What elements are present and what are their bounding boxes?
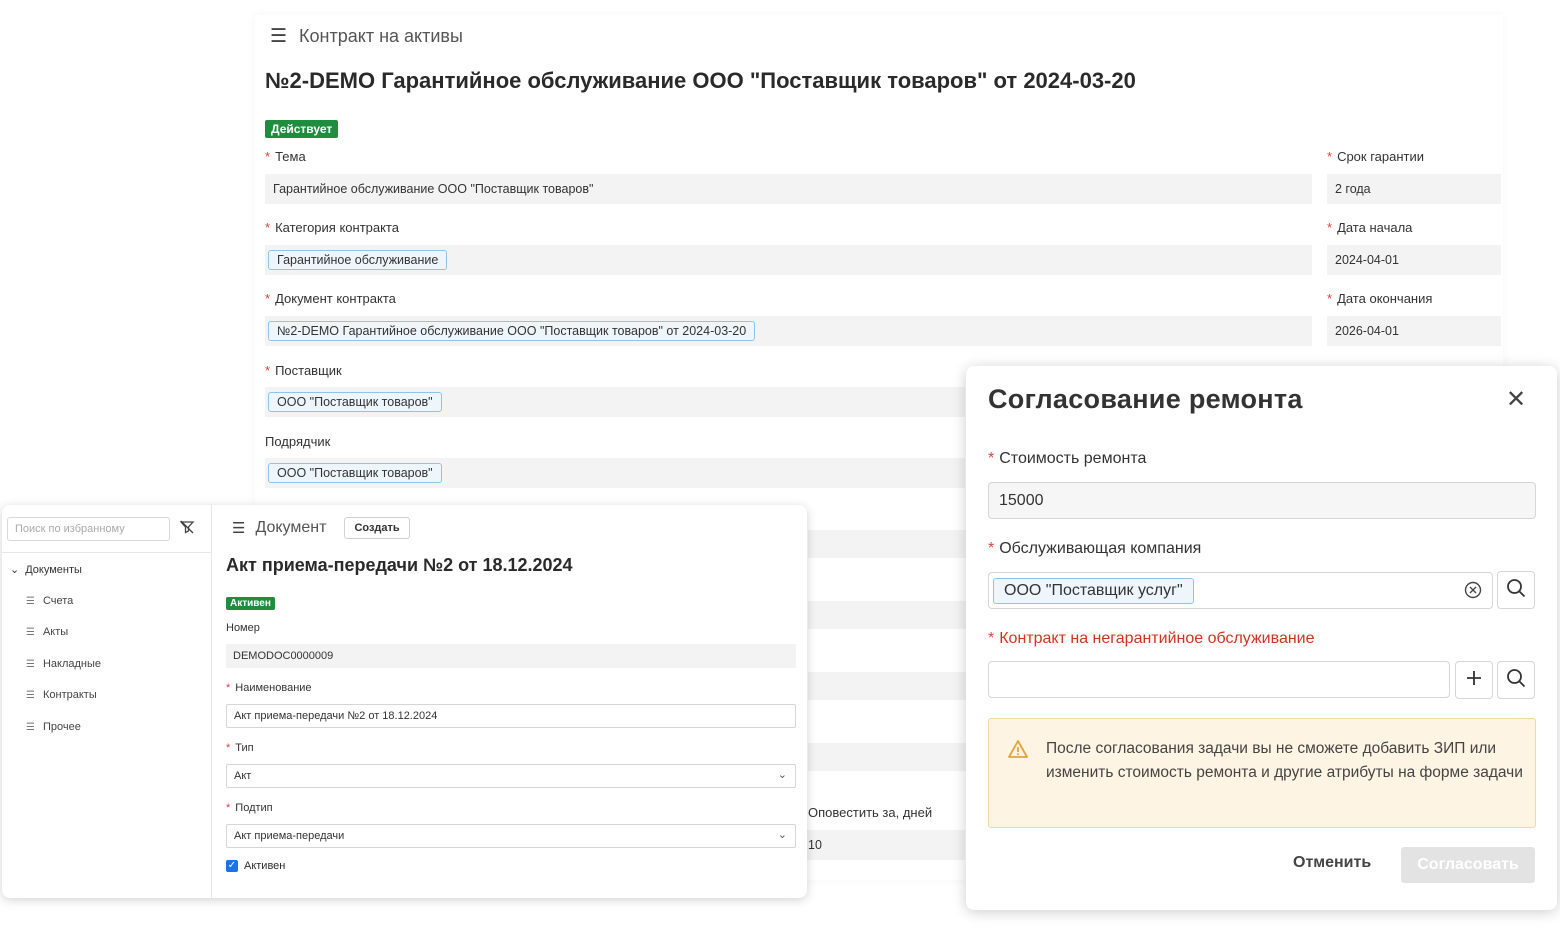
subtype-label: * Подтип xyxy=(226,802,273,814)
company-search-button[interactable] xyxy=(1497,571,1535,609)
document-title: Акт приема-передачи №2 от 18.12.2024 xyxy=(226,555,573,575)
chevron-down-icon: ⌄ xyxy=(10,564,20,576)
repair-approval-modal: Согласование ремонта ✕ * Стоимость ремонт… xyxy=(966,366,1557,910)
checkmark-icon: ✓ xyxy=(227,860,237,871)
contract-title: №2-DEMO Гарантийное обслуживание ООО "По… xyxy=(265,68,1136,93)
active-checkbox[interactable]: ✓ xyxy=(226,860,238,872)
contract-input[interactable] xyxy=(988,661,1450,698)
contract-status-badge: Действует xyxy=(265,120,339,138)
category-label: * Категория контракта xyxy=(265,220,399,235)
active-checkbox-label: Активен xyxy=(244,860,286,872)
active-checkbox-row[interactable]: ✓ Активен xyxy=(226,860,285,872)
subtype-select-value: Акт приема-передачи xyxy=(234,830,345,842)
approve-button[interactable]: Согласовать xyxy=(1401,847,1535,883)
number-field[interactable]: DEMODOC0000009 xyxy=(226,644,796,668)
document-header-title: Документ xyxy=(255,519,327,536)
sidebar-item-label: Счета xyxy=(42,595,74,607)
sidebar-item-invoices[interactable]: ☰ Счета xyxy=(26,595,73,607)
contract-search-button[interactable] xyxy=(1497,661,1535,699)
chevron-down-icon: ⌄ xyxy=(777,769,787,781)
start-date-field[interactable]: 2024-04-01 xyxy=(1327,245,1501,275)
name-label: * Наименование xyxy=(226,682,312,694)
notify-label: Оповестить за, дней xyxy=(808,805,933,820)
warranty-field[interactable]: 2 года xyxy=(1327,174,1501,204)
close-icon[interactable]: ✕ xyxy=(1506,388,1526,412)
modal-title: Согласование ремонта xyxy=(988,384,1303,414)
search-icon xyxy=(1506,668,1526,693)
topic-label: * Тема xyxy=(265,149,306,164)
warranty-label: * Срок гарантии xyxy=(1327,149,1425,164)
document-tag[interactable]: №2-DEMO Гарантийное обслуживание ООО "По… xyxy=(268,321,756,341)
sidebar-item-contracts[interactable]: ☰ Контракты xyxy=(26,689,97,701)
warning-text: После согласования задачи вы не сможете … xyxy=(1046,740,1523,781)
add-contract-button[interactable] xyxy=(1455,661,1493,699)
search-icon xyxy=(1506,578,1526,603)
list-icon: ☰ xyxy=(26,595,35,607)
sidebar-item-acts[interactable]: ☰ Акты xyxy=(26,626,68,638)
company-field[interactable]: ООО "Поставщик услуг" xyxy=(988,572,1493,609)
document-panel: Поиск по избранному ⌄ Документы ☰ Счета ☰… xyxy=(2,505,807,898)
sidebar-item-label: Накладные xyxy=(42,658,102,670)
cancel-button[interactable]: Отменить xyxy=(1293,854,1371,872)
document-header: ☰ Документ Создать xyxy=(232,517,410,539)
chevron-down-icon: ⌄ xyxy=(777,829,787,841)
sidebar-item-label: Прочее xyxy=(42,721,81,733)
supplier-field[interactable]: ООО "Поставщик товаров" xyxy=(265,387,965,417)
clear-circle-icon[interactable] xyxy=(1464,581,1482,604)
type-select-value: Акт xyxy=(234,770,252,782)
contractor-field[interactable]: ООО "Поставщик товаров" xyxy=(265,458,965,488)
name-input[interactable]: Акт приема-передачи №2 от 18.12.2024 xyxy=(226,704,796,728)
type-select[interactable]: Акт ⌄ xyxy=(226,764,796,788)
warning-triangle-icon xyxy=(1007,739,1029,764)
list-icon: ☰ xyxy=(26,721,35,733)
document-field[interactable]: №2-DEMO Гарантийное обслуживание ООО "По… xyxy=(265,316,1312,346)
hamburger-icon[interactable]: ☰ xyxy=(232,521,245,536)
sidebar-item-other[interactable]: ☰ Прочее xyxy=(26,721,81,733)
sidebar-item-waybills[interactable]: ☰ Накладные xyxy=(26,658,101,670)
sidebar-group-documents[interactable]: ⌄ Документы xyxy=(10,563,82,577)
create-button[interactable]: Создать xyxy=(344,517,410,539)
end-date-label: * Дата окончания xyxy=(1327,291,1433,306)
notify-field[interactable]: 10 xyxy=(800,830,965,860)
hamburger-icon[interactable]: ☰ xyxy=(270,27,287,46)
contract-label: * Контракт на негарантийное обслуживание xyxy=(988,630,1315,647)
contract-header: ☰ Контракт на активы xyxy=(270,26,463,47)
sidebar-item-label: Акты xyxy=(42,626,69,638)
list-icon: ☰ xyxy=(26,658,35,670)
contractor-tag[interactable]: ООО "Поставщик товаров" xyxy=(268,463,442,483)
document-status-badge: Активен xyxy=(226,597,275,610)
end-date-field[interactable]: 2026-04-01 xyxy=(1327,316,1501,346)
warning-alert: После согласования задачи вы не сможете … xyxy=(988,718,1536,828)
hidden-field xyxy=(808,743,968,771)
hidden-field xyxy=(808,672,968,700)
plus-icon xyxy=(1465,669,1483,692)
supplier-tag[interactable]: ООО "Поставщик товаров" xyxy=(268,392,442,412)
filter-off-icon[interactable] xyxy=(179,519,195,539)
category-field[interactable]: Гарантийное обслуживание xyxy=(265,245,1312,275)
hidden-field xyxy=(808,530,968,558)
contractor-label: Подрядчик xyxy=(265,434,331,449)
favorites-search-input[interactable]: Поиск по избранному xyxy=(7,517,170,541)
sidebar-divider xyxy=(2,552,212,553)
sidebar-group-label: Документы xyxy=(25,563,82,576)
document-label: * Документ контракта xyxy=(265,291,396,306)
cost-label: * Стоимость ремонта xyxy=(988,450,1147,467)
company-tag[interactable]: ООО "Поставщик услуг" xyxy=(993,577,1194,604)
list-icon: ☰ xyxy=(26,689,35,701)
cost-input[interactable]: 15000 xyxy=(988,482,1536,519)
favorites-sidebar: Поиск по избранному ⌄ Документы ☰ Счета ☰… xyxy=(2,505,212,898)
company-label: * Обслуживающая компания xyxy=(988,540,1202,557)
type-label: * Тип xyxy=(226,742,254,754)
sidebar-item-label: Контракты xyxy=(42,689,97,701)
number-label: Номер xyxy=(226,622,260,634)
subtype-select[interactable]: Акт приема-передачи ⌄ xyxy=(226,824,796,848)
category-tag[interactable]: Гарантийное обслуживание xyxy=(268,250,448,270)
hidden-field xyxy=(808,601,968,629)
start-date-label: * Дата начала xyxy=(1327,220,1413,235)
list-icon: ☰ xyxy=(26,626,35,638)
supplier-label: * Поставщик xyxy=(265,363,342,378)
contract-header-title: Контракт на активы xyxy=(299,26,463,46)
topic-field[interactable]: Гарантийное обслуживание ООО "Поставщик … xyxy=(265,174,1312,204)
document-form: ☰ Документ Создать Акт приема-передачи №… xyxy=(214,505,807,898)
